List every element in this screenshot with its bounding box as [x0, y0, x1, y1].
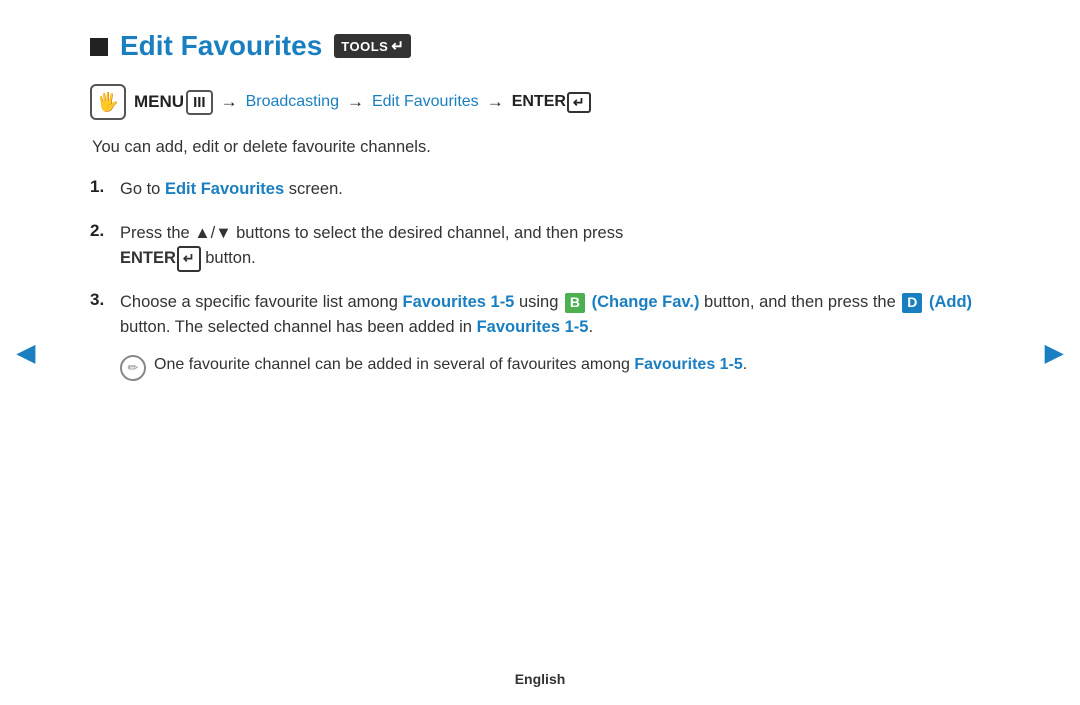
footer-language: English [515, 671, 566, 687]
arrow-sep-2: → [347, 92, 364, 112]
page-content: Edit Favourites TOOLS↵ 🖐 MENU III → Broa… [0, 0, 1080, 429]
tools-label: TOOLS [341, 39, 388, 54]
note-row: ✏ One favourite channel can be added in … [120, 353, 990, 381]
enter-label: ENTER [512, 93, 566, 111]
description: You can add, edit or delete favourite ch… [92, 138, 990, 157]
add-link: (Add) [929, 293, 972, 311]
footer: English [0, 671, 1080, 687]
title-square-icon [90, 38, 108, 56]
note-fav-link: Favourites 1-5 [634, 356, 742, 373]
step-1-content: Go to Edit Favourites screen. [120, 177, 990, 203]
nav-arrow-right[interactable]: ► [1038, 334, 1070, 371]
step-3-content: Choose a specific favourite list among F… [120, 290, 990, 381]
step-3-num: 3. [90, 290, 120, 310]
note-icon: ✏ [120, 355, 146, 381]
step-3-fav-link1: Favourites 1-5 [402, 293, 514, 311]
step-3: 3. Choose a specific favourite list amon… [90, 290, 990, 381]
btn-b-icon: B [565, 293, 585, 313]
tools-arrow-icon: ↵ [391, 37, 404, 55]
broadcasting-link: Broadcasting [246, 93, 339, 111]
step-1: 1. Go to Edit Favourites screen. [90, 177, 990, 203]
note-text: One favourite channel can be added in se… [154, 353, 747, 378]
enter-bold: ENTER [120, 249, 176, 267]
enter-icon: ↵ [567, 92, 591, 113]
btn-d-icon: D [902, 293, 922, 313]
step-2: 2. Press the ▲/▼ buttons to select the d… [90, 221, 990, 272]
title-row: Edit Favourites TOOLS↵ [90, 30, 990, 62]
step-2-content: Press the ▲/▼ buttons to select the desi… [120, 221, 990, 272]
step-3-fav-link2: Favourites 1-5 [477, 318, 589, 336]
page-title: Edit Favourites [120, 30, 322, 62]
arrow-sep-3: → [487, 92, 504, 112]
steps-list: 1. Go to Edit Favourites screen. 2. Pres… [90, 177, 990, 381]
edit-favourites-menu-link: Edit Favourites [372, 93, 479, 111]
menu-hand-icon: 🖐 [97, 93, 119, 111]
step-1-num: 1. [90, 177, 120, 197]
step-2-num: 2. [90, 221, 120, 241]
arrow-sep-1: → [221, 92, 238, 112]
step-1-link: Edit Favourites [165, 180, 284, 198]
menu-path-row: 🖐 MENU III → Broadcasting → Edit Favouri… [90, 84, 990, 120]
menu-label: MENU [134, 92, 184, 112]
nav-arrow-left[interactable]: ◄ [10, 334, 42, 371]
menu-box-label: III [186, 90, 213, 115]
change-fav-link: (Change Fav.) [592, 293, 700, 311]
step-2-enter-icon: ↵ [177, 246, 201, 272]
tools-badge: TOOLS↵ [334, 34, 411, 58]
menu-icon-box: 🖐 [90, 84, 126, 120]
